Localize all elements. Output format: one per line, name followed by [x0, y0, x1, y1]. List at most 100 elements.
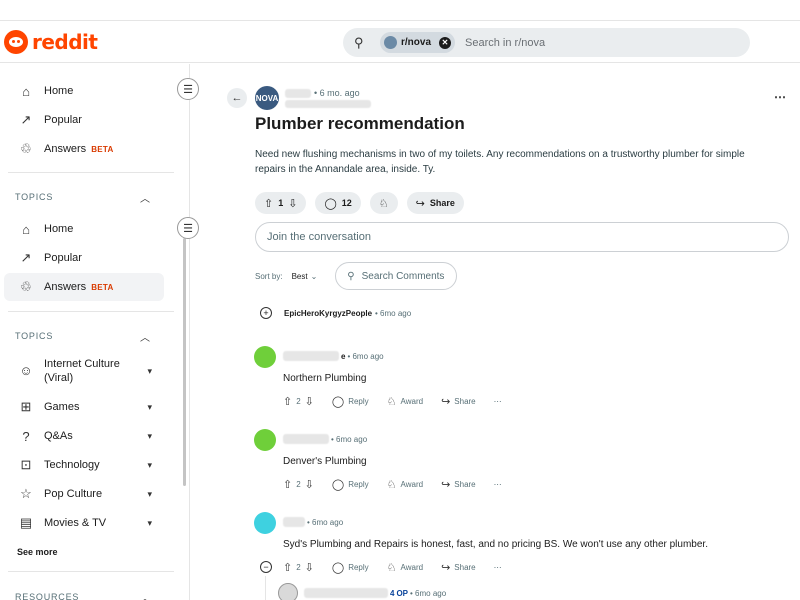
topic-games[interactable]: ⊞ Games ▾ — [4, 393, 164, 421]
topics-section-title: TOPICS — [15, 331, 54, 341]
comment-count: 12 — [341, 198, 352, 208]
comment-meta: • 6mo ago — [283, 517, 343, 527]
see-more-link[interactable]: See more — [17, 547, 58, 557]
topics-item-popular[interactable]: ↗ Popular — [4, 244, 164, 272]
sidebar-item-home[interactable]: ⌂ Home — [4, 77, 164, 105]
topic-technology[interactable]: ⊡ Technology ▾ — [4, 451, 164, 479]
back-arrow-icon[interactable]: ← — [227, 88, 247, 108]
collapse-caret-icon[interactable]: ︿ — [140, 190, 150, 205]
award-button[interactable]: ♘ Award — [387, 561, 423, 574]
user-avatar[interactable] — [254, 512, 276, 534]
beta-badge: BETA — [91, 282, 114, 292]
divider — [8, 172, 174, 173]
expand-thread-icon[interactable]: + — [260, 307, 272, 319]
chevron-down-icon: ▾ — [147, 517, 152, 528]
username-suffix: e — [341, 351, 346, 361]
sidebar-item-label: Q&As — [44, 430, 73, 442]
award-icon: ♘ — [378, 197, 389, 210]
post-age: • 6 mo. ago — [314, 88, 360, 98]
home-icon: ⌂ — [22, 83, 30, 99]
upvote-icon[interactable]: ⇧ — [283, 561, 292, 574]
chevron-down-icon: ▾ — [147, 401, 152, 412]
comments-button[interactable]: ◯ 12 — [315, 192, 361, 214]
user-avatar[interactable] — [278, 583, 298, 600]
sidebar-item-label: Technology — [44, 459, 100, 471]
downvote-icon[interactable]: ⇩ — [305, 478, 314, 491]
upvote-icon[interactable]: ⇧ — [264, 197, 273, 210]
search-bar[interactable]: ⚲ r/nova ✕ Search in r/nova — [343, 28, 750, 57]
share-button[interactable]: ↪ Share — [441, 395, 476, 408]
reply-button[interactable]: ◯ Reply — [332, 478, 369, 491]
sidebar-item-popular[interactable]: ↗ Popular — [4, 106, 164, 134]
topic-movies-tv[interactable]: ▤ Movies & TV ▾ — [4, 509, 164, 537]
share-icon: ↪ — [415, 197, 425, 210]
more-options-icon[interactable]: ⋯ — [494, 563, 502, 572]
search-comments-button[interactable]: ⚲ Search Comments — [335, 262, 458, 290]
user-avatar[interactable] — [254, 346, 276, 368]
redacted-subreddit-name — [285, 88, 311, 98]
vote-pill: ⇧ 1 ⇩ — [255, 192, 307, 214]
award-button[interactable]: ♘ Award — [387, 395, 423, 408]
sort-row: Sort by: Best ⌄ ⚲ Search Comments — [255, 262, 458, 290]
sidebar-item-answers[interactable]: ♲ Answers BETA — [4, 135, 164, 163]
reply-icon: ◯ — [331, 562, 345, 574]
comment-time: • 6mo ago — [307, 517, 344, 527]
more-options-icon[interactable]: ⋯ — [494, 397, 502, 406]
comment-author[interactable]: EpicHeroKyrgyzPeople — [284, 309, 372, 318]
smile-icon: ☺ — [19, 363, 33, 378]
downvote-icon[interactable]: ⇩ — [305, 561, 314, 574]
award-button[interactable]: ♘ Award — [387, 478, 423, 491]
more-options-icon[interactable]: ⋯ — [774, 90, 787, 104]
redacted-username — [283, 351, 339, 361]
reply-button[interactable]: ◯ Reply — [332, 395, 369, 408]
share-icon: ↪ — [441, 479, 451, 491]
award-icon: ♘ — [386, 562, 397, 574]
beta-badge: BETA — [91, 144, 114, 154]
collapse-caret-icon[interactable]: ︿ — [140, 329, 150, 344]
comment-time: • 6mo ago — [331, 434, 368, 444]
subreddit-filter-chip[interactable]: r/nova ✕ — [380, 32, 456, 53]
reply-button[interactable]: ◯ Reply — [332, 561, 369, 574]
more-options-icon[interactable]: ⋯ — [494, 480, 502, 489]
award-icon: ♘ — [386, 479, 397, 491]
share-button[interactable]: ↪ Share — [406, 192, 464, 214]
upvote-icon[interactable]: ⇧ — [283, 395, 292, 408]
search-icon: ⚲ — [347, 270, 355, 282]
redacted-author-name — [285, 100, 371, 108]
collapse-caret-icon[interactable]: ︿ — [140, 590, 150, 600]
resources-section-title: RESOURCES — [15, 592, 80, 600]
sort-dropdown[interactable]: Best — [292, 272, 308, 281]
post-title: Plumber recommendation — [255, 114, 465, 133]
search-input[interactable]: Search in r/nova — [465, 37, 545, 49]
topics-item-answers[interactable]: ♲ Answers BETA — [4, 273, 164, 301]
username-suffix: 4 — [390, 588, 395, 598]
sidebar-scrollbar[interactable] — [183, 238, 186, 486]
collapse-thread-icon[interactable]: − — [260, 561, 272, 573]
comment-time: • 6mo ago — [347, 351, 384, 361]
chevron-down-icon: ▾ — [147, 430, 152, 441]
join-conversation-input[interactable]: Join the conversation — [255, 222, 789, 252]
share-button[interactable]: ↪ Share — [441, 561, 476, 574]
chevron-down-icon: ▾ — [147, 488, 152, 499]
award-button[interactable]: ♘ — [369, 192, 398, 214]
subreddit-avatar[interactable]: NOVA — [255, 86, 279, 110]
topic-pop-culture[interactable]: ☆ Pop Culture ▾ — [4, 480, 164, 508]
user-avatar[interactable] — [254, 429, 276, 451]
sidebar-item-label: Movies & TV — [44, 517, 107, 529]
answers-icon: ♲ — [20, 141, 32, 156]
post-meta: • 6 mo. ago — [285, 88, 360, 98]
share-button[interactable]: ↪ Share — [441, 478, 476, 491]
vote-count: 2 — [296, 397, 301, 406]
reddit-snoo-icon — [4, 30, 28, 54]
topics-item-home[interactable]: ⌂ Home — [4, 215, 164, 243]
downvote-icon[interactable]: ⇩ — [288, 197, 297, 210]
answers-icon: ♲ — [20, 279, 32, 294]
downvote-icon[interactable]: ⇩ — [305, 395, 314, 408]
remove-chip-icon[interactable]: ✕ — [439, 36, 452, 49]
reddit-logo[interactable]: reddit — [4, 30, 98, 54]
left-sidebar: ⌂ Home ↗ Popular ♲ Answers BETA TOPICS ︿… — [0, 64, 190, 600]
topic-qas[interactable]: ? Q&As ▾ — [4, 422, 164, 450]
popular-icon: ↗ — [20, 112, 32, 127]
upvote-icon[interactable]: ⇧ — [283, 478, 292, 491]
topic-internet-culture[interactable]: ☺ Internet Culture (Viral) ▾ — [4, 354, 164, 388]
